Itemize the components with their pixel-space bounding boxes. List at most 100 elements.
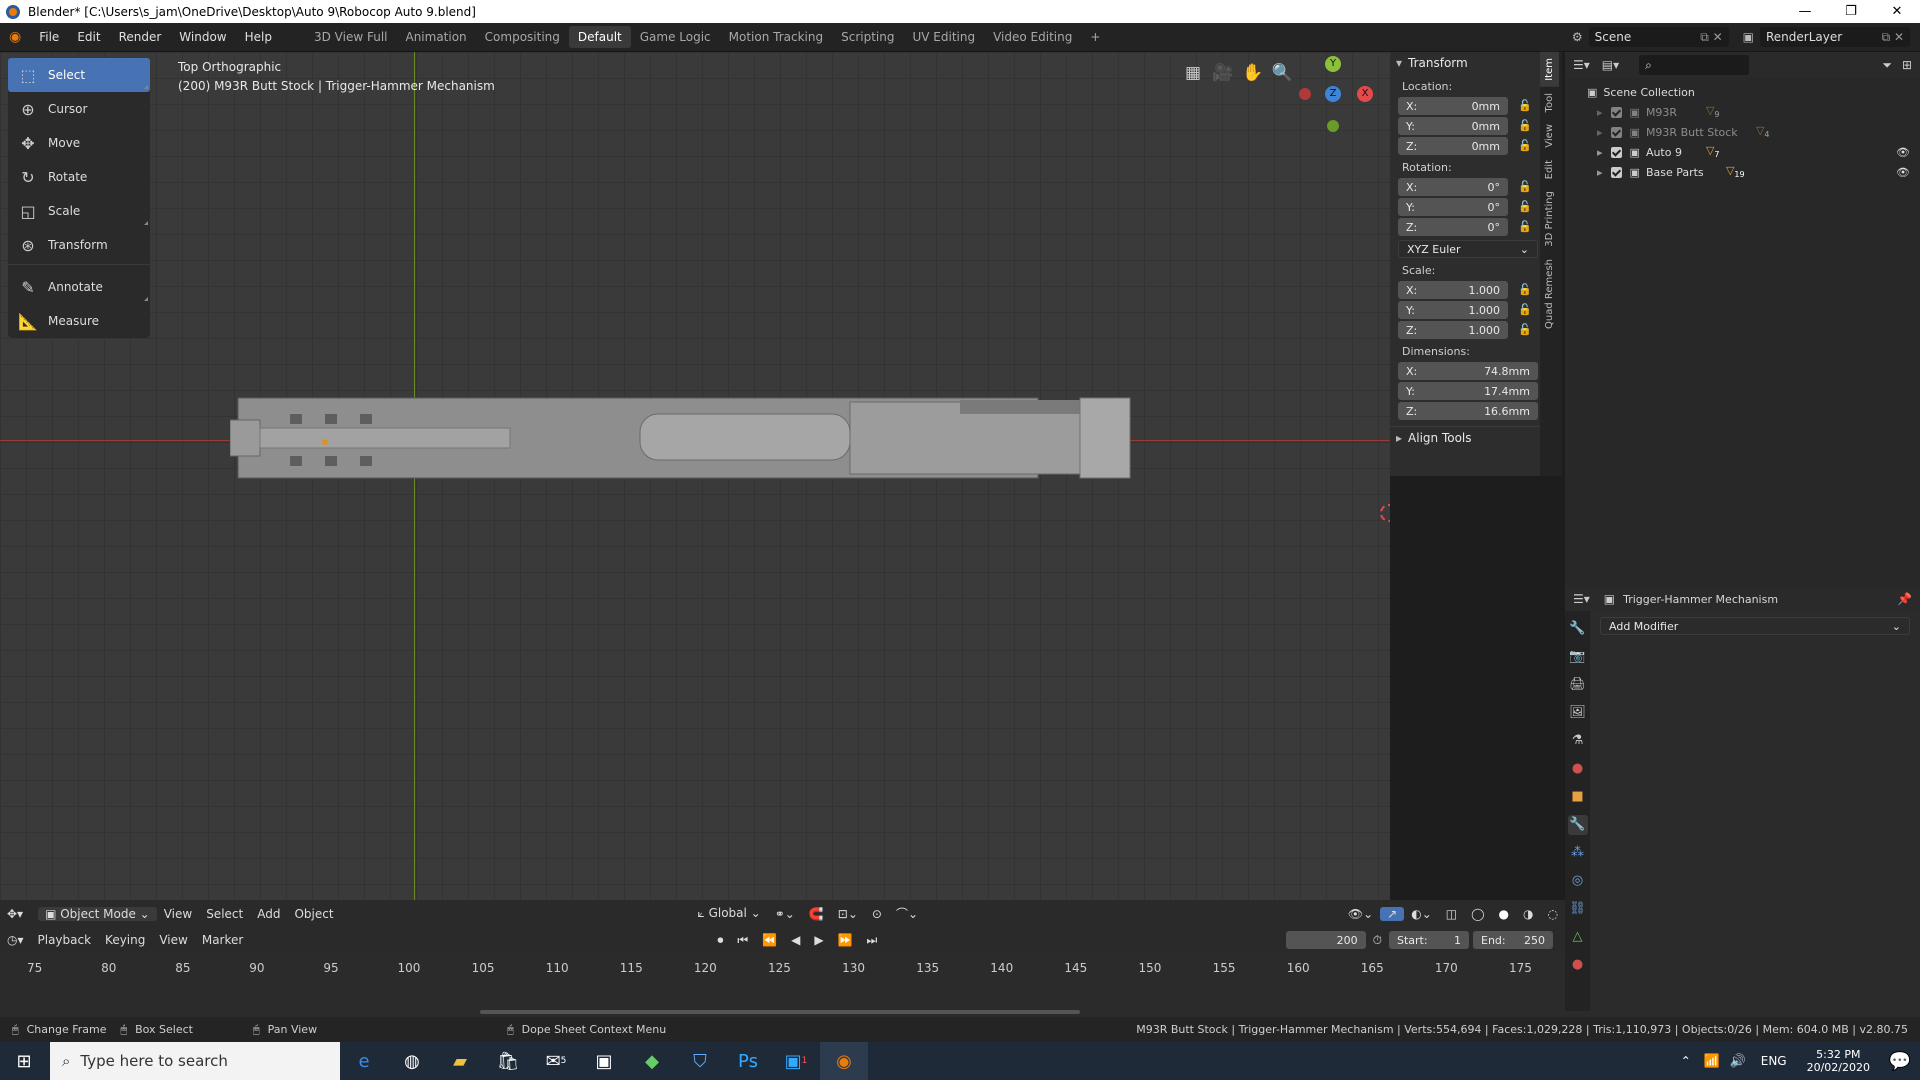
outliner-item-m93r[interactable]: ▸ ▣ M93R ▽9 (1587, 102, 1920, 122)
menu-file[interactable]: File (30, 23, 68, 52)
expand-arrow-icon[interactable]: ▸ (1396, 431, 1402, 445)
maximize-button[interactable]: ❐ (1828, 0, 1874, 23)
include-checkbox[interactable] (1610, 126, 1622, 138)
scale-y-field[interactable]: Y: 1.000 (1398, 301, 1508, 319)
location-x-field[interactable]: X: 0mm (1398, 97, 1508, 115)
workspace-tab-game-logic[interactable]: Game Logic (631, 26, 720, 48)
record-icon[interactable]: ⏺ (710, 933, 730, 948)
menu-window[interactable]: Window (170, 23, 235, 52)
wireframe-shading-icon[interactable]: ◯ (1464, 907, 1491, 921)
tool-move[interactable]: ✥ Move (8, 126, 150, 160)
timeline-menu-keying[interactable]: Keying (98, 933, 152, 947)
grid-toggle-icon[interactable]: ▦ (1180, 60, 1206, 86)
outliner-item-base-parts[interactable]: ▸ ▣ Base Parts ▽19 👁 (1587, 162, 1920, 182)
clock[interactable]: 5:32 PM 20/02/2020 (1807, 1048, 1870, 1074)
lock-icon[interactable]: 🔓 (1518, 303, 1532, 317)
app-shield-icon[interactable]: ⛉ (676, 1042, 724, 1080)
menu-render[interactable]: Render (110, 23, 171, 52)
add-workspace-button[interactable]: + (1081, 26, 1109, 48)
expand-arrow-icon[interactable]: ▸ (1597, 166, 1603, 179)
gizmo-neg-y[interactable] (1327, 120, 1339, 132)
lock-icon[interactable]: 🔓 (1518, 220, 1532, 234)
taskbar-search[interactable]: ⌕ Type here to search (50, 1042, 340, 1080)
scene-selector[interactable]: Scene ⧉ ✕ (1588, 27, 1729, 47)
new-collection-icon[interactable]: ⊞ (1902, 58, 1912, 72)
tool-scale[interactable]: ◱ Scale (8, 194, 150, 228)
pan-hand-icon[interactable]: ✋ (1240, 60, 1266, 86)
gizmo-toggle-icon[interactable]: ↗ (1380, 906, 1405, 921)
wifi-icon[interactable]: 📶 (1699, 1042, 1725, 1080)
rotation-y-field[interactable]: Y: 0° (1398, 198, 1508, 216)
editor-type-icon[interactable]: ☰▾ (1573, 58, 1590, 72)
gizmo-z[interactable]: Z (1325, 86, 1341, 102)
render-icon[interactable]: 📷 (1568, 647, 1588, 667)
include-checkbox[interactable] (1610, 166, 1622, 178)
store-icon[interactable]: 🛍 (484, 1042, 532, 1080)
lock-icon[interactable]: 🔓 (1518, 119, 1532, 133)
gizmo-neg-x[interactable] (1299, 88, 1311, 100)
object-props-icon[interactable]: ■ (1568, 787, 1588, 807)
world-icon[interactable]: ● (1568, 759, 1588, 779)
modifier-wrench-icon[interactable]: 🔧 (1567, 815, 1588, 835)
outliner-item-auto-9[interactable]: ▸ ▣ Auto 9 ▽7 👁 (1587, 142, 1920, 162)
workspace-tab-motion-tracking[interactable]: Motion Tracking (720, 26, 832, 48)
expand-arrow-icon[interactable]: ▸ (1597, 106, 1603, 119)
current-frame-field[interactable]: 200 (1285, 931, 1366, 949)
particles-icon[interactable]: ⁂ (1568, 843, 1588, 863)
eye-icon[interactable]: 👁 (1896, 166, 1910, 179)
header-menu-view[interactable]: View (157, 907, 199, 921)
rotation-x-field[interactable]: X: 0° (1398, 178, 1508, 196)
location-z-field[interactable]: Z: 0mm (1398, 137, 1508, 155)
gun-model[interactable] (230, 394, 1210, 494)
expand-arrow-icon[interactable]: ▸ (1597, 126, 1603, 139)
add-modifier-dropdown[interactable]: Add Modifier ⌄ (1600, 617, 1910, 635)
scene-props-icon[interactable]: ⚗ (1568, 731, 1588, 751)
outliner-search[interactable]: ⌕ (1639, 55, 1750, 75)
include-checkbox[interactable] (1610, 146, 1622, 158)
jump-end-icon[interactable]: ⏭ (860, 933, 885, 948)
outliner-scene-collection[interactable]: ▣ Scene Collection (1587, 82, 1920, 102)
mode-dropdown[interactable]: ▣ Object Mode ⌄ (38, 906, 157, 921)
workspace-tab-default[interactable]: Default (568, 26, 631, 48)
dimensions-y-field[interactable]: Y: 17.4mm (1398, 382, 1538, 400)
jump-start-icon[interactable]: ⏮ (730, 933, 755, 948)
timeline-menu-marker[interactable]: Marker (195, 933, 250, 947)
tray-chevron-icon[interactable]: ⌃ (1673, 1042, 1699, 1080)
collapse-arrow-icon[interactable]: ▾ (1396, 56, 1402, 70)
material-shading-icon[interactable]: ◑ (1516, 907, 1540, 921)
header-menu-add[interactable]: Add (250, 907, 287, 921)
align-tools-title[interactable]: Align Tools (1408, 431, 1471, 445)
output-icon[interactable]: 🖨 (1568, 675, 1588, 695)
view-layer-icon[interactable]: 🖼 (1568, 703, 1588, 723)
app-badge-icon[interactable]: ▣ 1 (772, 1042, 820, 1080)
tool-cursor[interactable]: ⊕ Cursor (8, 92, 150, 126)
falloff-icon[interactable]: ⌒⌄ (889, 905, 925, 922)
3d-viewport[interactable]: ⬚ Select ⊕ Cursor ✥ Move ↻ Rotate ◱ Scale ⊛ Tr… (0, 52, 1390, 924)
tool-measure[interactable]: 📐 Measure (8, 304, 150, 338)
photoshop-icon[interactable]: Ps (724, 1042, 772, 1080)
expand-arrow-icon[interactable]: ▸ (1597, 146, 1603, 159)
tab-view[interactable]: View (1540, 118, 1559, 154)
include-checkbox[interactable] (1610, 106, 1622, 118)
overlay-toggle-icon[interactable]: ◐⌄ (1404, 907, 1439, 921)
tab-tool[interactable]: Tool (1540, 87, 1559, 118)
lock-icon[interactable]: 🔓 (1518, 283, 1532, 297)
dimensions-x-field[interactable]: X: 74.8mm (1398, 362, 1538, 380)
workspace-tab-animation[interactable]: Animation (396, 26, 475, 48)
outliner-item-m93r-butt-stock[interactable]: ▸ ▣ M93R Butt Stock ▽4 (1587, 122, 1920, 142)
start-frame-field[interactable]: Start: 1 (1389, 931, 1469, 949)
xray-toggle-icon[interactable]: ◫ (1439, 907, 1464, 921)
gizmo-x[interactable]: X (1357, 86, 1373, 102)
rotation-mode-dropdown[interactable]: XYZ Euler ⌄ (1398, 240, 1538, 258)
rendered-shading-icon[interactable]: ◌ (1541, 907, 1565, 921)
end-frame-field[interactable]: End: 250 (1473, 931, 1553, 949)
prev-keyframe-icon[interactable]: ⏪ (755, 933, 784, 947)
tool-rotate[interactable]: ↻ Rotate (8, 160, 150, 194)
header-menu-object[interactable]: Object (287, 907, 340, 921)
axis-gizmo[interactable]: Y Z X (1290, 56, 1380, 146)
workspace-tab-scripting[interactable]: Scripting (832, 26, 903, 48)
tool-annotate[interactable]: ✎ Annotate (8, 270, 150, 304)
tool-select[interactable]: ⬚ Select (8, 58, 150, 92)
blender-menu-icon[interactable]: ◉ (0, 23, 30, 52)
object-data-icon[interactable]: △ (1568, 927, 1588, 947)
